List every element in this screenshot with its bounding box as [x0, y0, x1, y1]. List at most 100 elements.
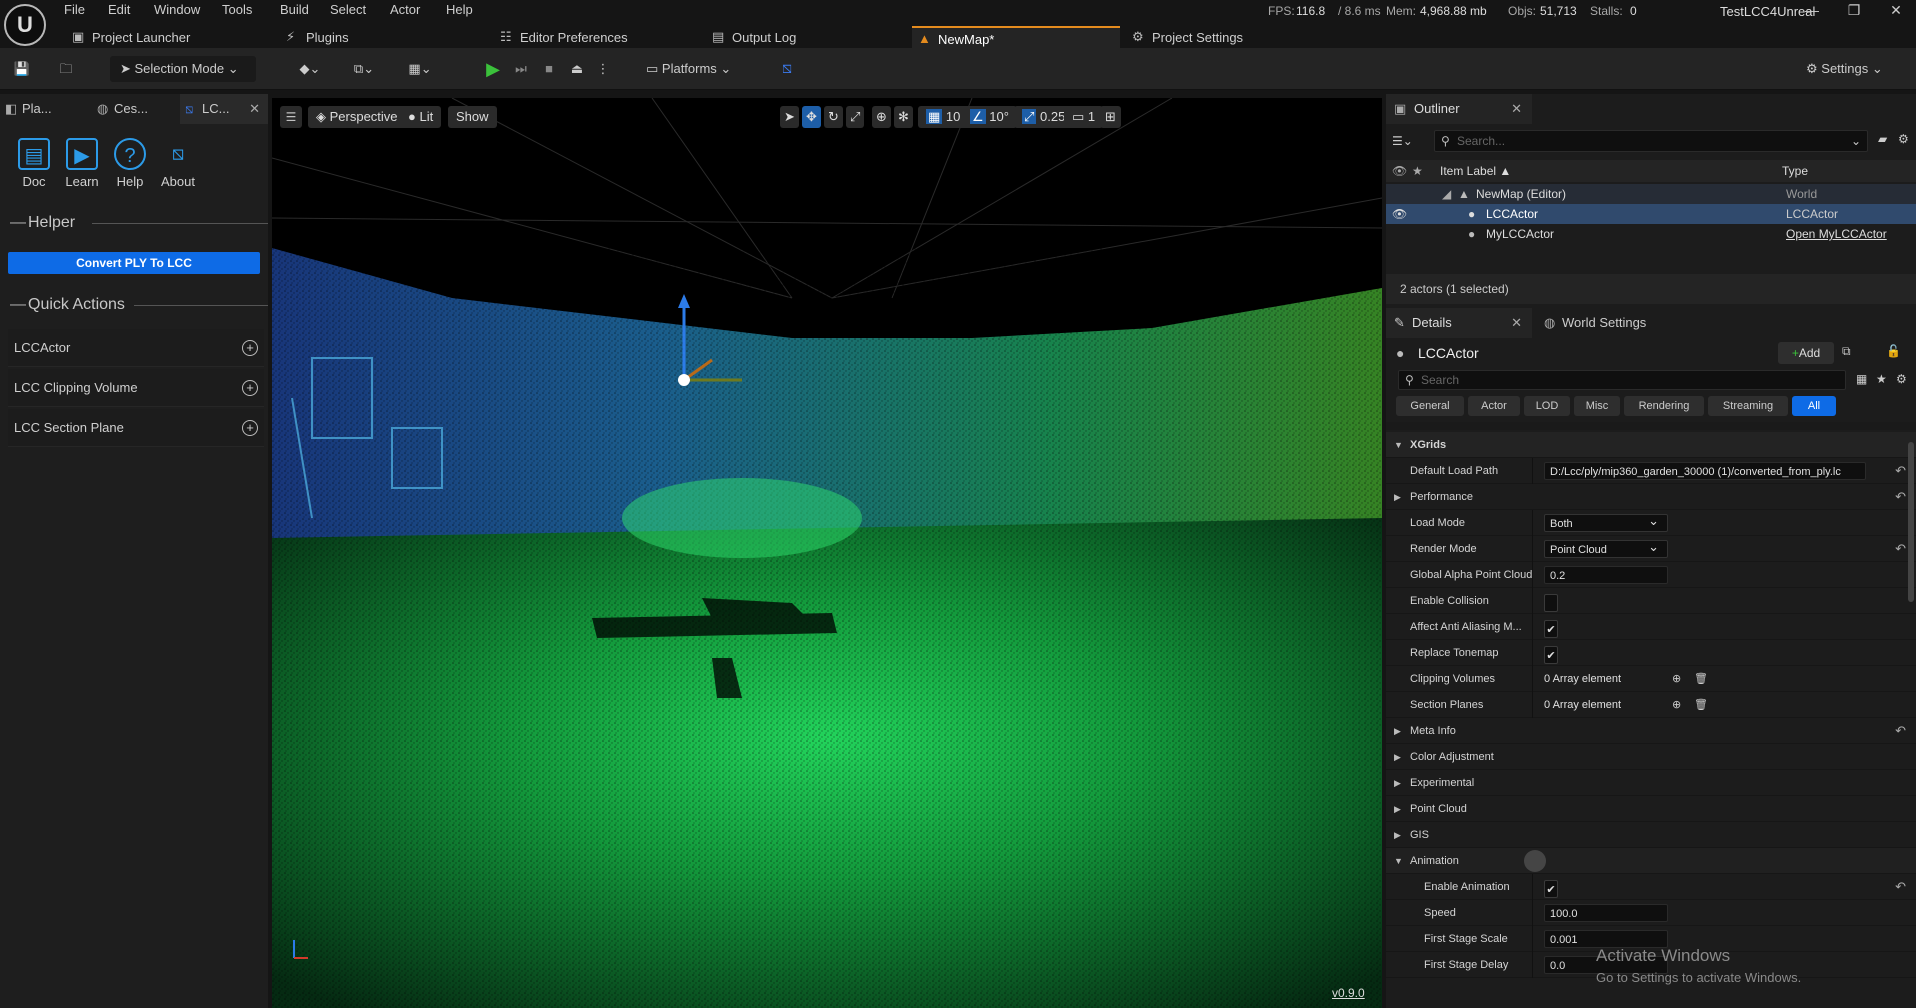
open-mylccactor-link[interactable]: Open MyLCCActor	[1786, 224, 1887, 244]
default-load-path-field[interactable]: D:/Lcc/ply/mip360_garden_30000 (1)/conve…	[1544, 462, 1866, 480]
surface-snap-icon[interactable]: ✻	[894, 106, 913, 128]
tab-place-actors[interactable]: ◧ Pla...	[0, 94, 90, 124]
blueprint-icon[interactable]: ⧉⌄	[346, 56, 382, 82]
platforms-dropdown[interactable]: ▭ Platforms ⌄	[646, 56, 746, 82]
menu-tools[interactable]: Tools	[222, 0, 252, 20]
doc-button[interactable]: ▤ Doc	[12, 138, 56, 194]
type-column[interactable]: Type	[1782, 160, 1808, 182]
settings-dropdown[interactable]: ⚙ Settings ⌄	[1806, 56, 1906, 82]
helper-section[interactable]: — Helper	[10, 212, 268, 234]
meta-info-row[interactable]: ▶ Meta Info ↶	[1386, 718, 1916, 744]
trash-icon[interactable]: 🗑	[1694, 666, 1708, 692]
animation-row[interactable]: ▼ Animation	[1386, 848, 1916, 874]
close-icon[interactable]: ✕	[1511, 94, 1522, 124]
new-folder-icon[interactable]: ▰	[1878, 132, 1887, 146]
tab-plugins[interactable]: ⚡ Plugins	[280, 26, 470, 50]
filter-actor[interactable]: Actor	[1468, 396, 1520, 416]
favorite-star-icon[interactable]: ★	[1876, 372, 1887, 386]
tab-output-log[interactable]: ▤ Output Log	[706, 26, 896, 50]
close-icon[interactable]: ✕	[1884, 2, 1908, 20]
content-browser-icon[interactable]: 🗀	[54, 56, 78, 82]
more-options-icon[interactable]: ⋮	[596, 56, 610, 82]
tab-project-launcher[interactable]: ▣ Project Launcher	[66, 26, 256, 50]
translate-tool-icon[interactable]: ✥	[802, 106, 821, 128]
tab-project-settings[interactable]: ⚙ Project Settings	[1126, 26, 1326, 50]
lock-icon[interactable]: 🔓	[1886, 344, 1901, 358]
visibility-icon[interactable]: 👁	[1392, 204, 1407, 224]
quick-action-lccactor[interactable]: LCCActor +	[8, 329, 264, 367]
hamburger-menu-icon[interactable]: ☰	[280, 106, 302, 128]
outliner-row-mylccactor[interactable]: ● MyLCCActor Open MyLCCActor	[1386, 224, 1916, 244]
trash-icon[interactable]: 🗑	[1694, 692, 1708, 718]
about-button[interactable]: ⧅ About	[156, 138, 200, 194]
show-button[interactable]: Show	[448, 106, 497, 128]
filter-icon[interactable]: ☰⌄	[1392, 130, 1428, 152]
tab-editor-preferences[interactable]: ☷ Editor Preferences	[494, 26, 684, 50]
camera-speed-button[interactable]: ▭ 1	[1064, 106, 1104, 128]
play-icon[interactable]: ▶	[482, 56, 504, 82]
add-actor-icon[interactable]: ◆⌄	[292, 56, 328, 82]
tab-newmap[interactable]: ▲ NewMap*	[912, 26, 1120, 50]
filter-lod[interactable]: LOD	[1524, 396, 1570, 416]
save-icon[interactable]: 💾	[10, 56, 34, 82]
menu-select[interactable]: Select	[330, 0, 366, 20]
outliner-row-lccactor[interactable]: 👁 ● LCCActor LCCActor	[1386, 204, 1916, 224]
filter-general[interactable]: General	[1396, 396, 1464, 416]
filter-all[interactable]: All	[1792, 396, 1836, 416]
add-icon[interactable]: +	[242, 380, 258, 396]
replace-tonemap-checkbox[interactable]: ✔	[1544, 646, 1558, 664]
xgrids-category[interactable]: ▼ XGrids	[1386, 432, 1916, 458]
layout-icon[interactable]: ⊞	[1100, 106, 1121, 128]
world-space-icon[interactable]: ⊕	[872, 106, 891, 128]
select-tool-icon[interactable]: ➤	[780, 106, 799, 128]
level-viewport[interactable]: ☰ ◈ Perspective ● Lit Show ➤ ✥ ↻ ⤢ ⊕ ✻ ▦…	[272, 98, 1382, 1008]
unreal-logo-icon[interactable]: U	[4, 4, 46, 46]
close-icon[interactable]: ✕	[1511, 308, 1522, 338]
quick-actions-section[interactable]: — Quick Actions	[10, 294, 268, 316]
rotation-snap-button[interactable]: ∠ 10°	[962, 106, 1017, 128]
global-alpha-input[interactable]: 0.2	[1544, 566, 1668, 584]
pin-icon[interactable]: ★	[1412, 160, 1423, 182]
selection-mode-dropdown[interactable]: ➤ Selection Mode ⌄	[110, 56, 256, 82]
perspective-button[interactable]: ◈ Perspective	[308, 106, 406, 128]
tab-cesium[interactable]: ◍ Ces...	[92, 94, 178, 124]
reset-icon[interactable]: ↶	[1895, 458, 1906, 484]
gear-icon[interactable]: ⚙	[1898, 132, 1909, 146]
filter-rendering[interactable]: Rendering	[1624, 396, 1704, 416]
step-icon[interactable]: ⏭	[510, 56, 532, 82]
menu-file[interactable]: File	[64, 0, 85, 20]
scrollbar[interactable]	[1908, 442, 1914, 602]
grid-snap-button[interactable]: ▦ 10	[918, 106, 969, 128]
gis-row[interactable]: ▶ GIS	[1386, 822, 1916, 848]
reset-icon[interactable]: ↶	[1895, 536, 1906, 562]
convert-ply-to-lcc-button[interactable]: Convert PLY To LCC	[8, 252, 260, 274]
xgrids-plugin-icon[interactable]: ⧅	[776, 56, 798, 82]
add-element-icon[interactable]: ⊕	[1672, 692, 1681, 718]
add-icon[interactable]: +	[242, 340, 258, 356]
help-button[interactable]: ? Help	[108, 138, 152, 194]
gear-icon[interactable]: ⚙	[1896, 372, 1907, 386]
lit-button[interactable]: ● Lit	[400, 106, 442, 128]
menu-actor[interactable]: Actor	[390, 0, 420, 20]
reset-icon[interactable]: ↶	[1895, 718, 1906, 744]
learn-button[interactable]: ▶ Learn	[60, 138, 104, 194]
table-view-icon[interactable]: ▦	[1856, 372, 1867, 386]
cinematics-icon[interactable]: ▦⌄	[402, 56, 438, 82]
details-search-input[interactable]: ⚲ Search	[1398, 370, 1846, 390]
minimize-icon[interactable]: —	[1800, 2, 1824, 20]
add-element-icon[interactable]: ⊕	[1672, 666, 1681, 692]
visibility-icon[interactable]: 👁	[1392, 160, 1407, 182]
outliner-row-newmap[interactable]: ◢ ▲ NewMap (Editor) World	[1386, 184, 1916, 204]
experimental-row[interactable]: ▶ Experimental	[1386, 770, 1916, 796]
color-adjustment-row[interactable]: ▶ Color Adjustment	[1386, 744, 1916, 770]
outliner-tab[interactable]: ▣ Outliner ✕	[1386, 94, 1532, 124]
enable-animation-checkbox[interactable]: ✔	[1544, 880, 1558, 898]
load-mode-dropdown[interactable]: Both	[1544, 512, 1668, 532]
restore-icon[interactable]: ❐	[1842, 2, 1866, 20]
eject-icon[interactable]: ⏏	[566, 56, 588, 82]
reset-icon[interactable]: ↶	[1895, 484, 1906, 510]
filter-streaming[interactable]: Streaming	[1708, 396, 1788, 416]
filter-misc[interactable]: Misc	[1574, 396, 1620, 416]
add-icon[interactable]: +	[242, 420, 258, 436]
menu-help[interactable]: Help	[446, 0, 473, 20]
